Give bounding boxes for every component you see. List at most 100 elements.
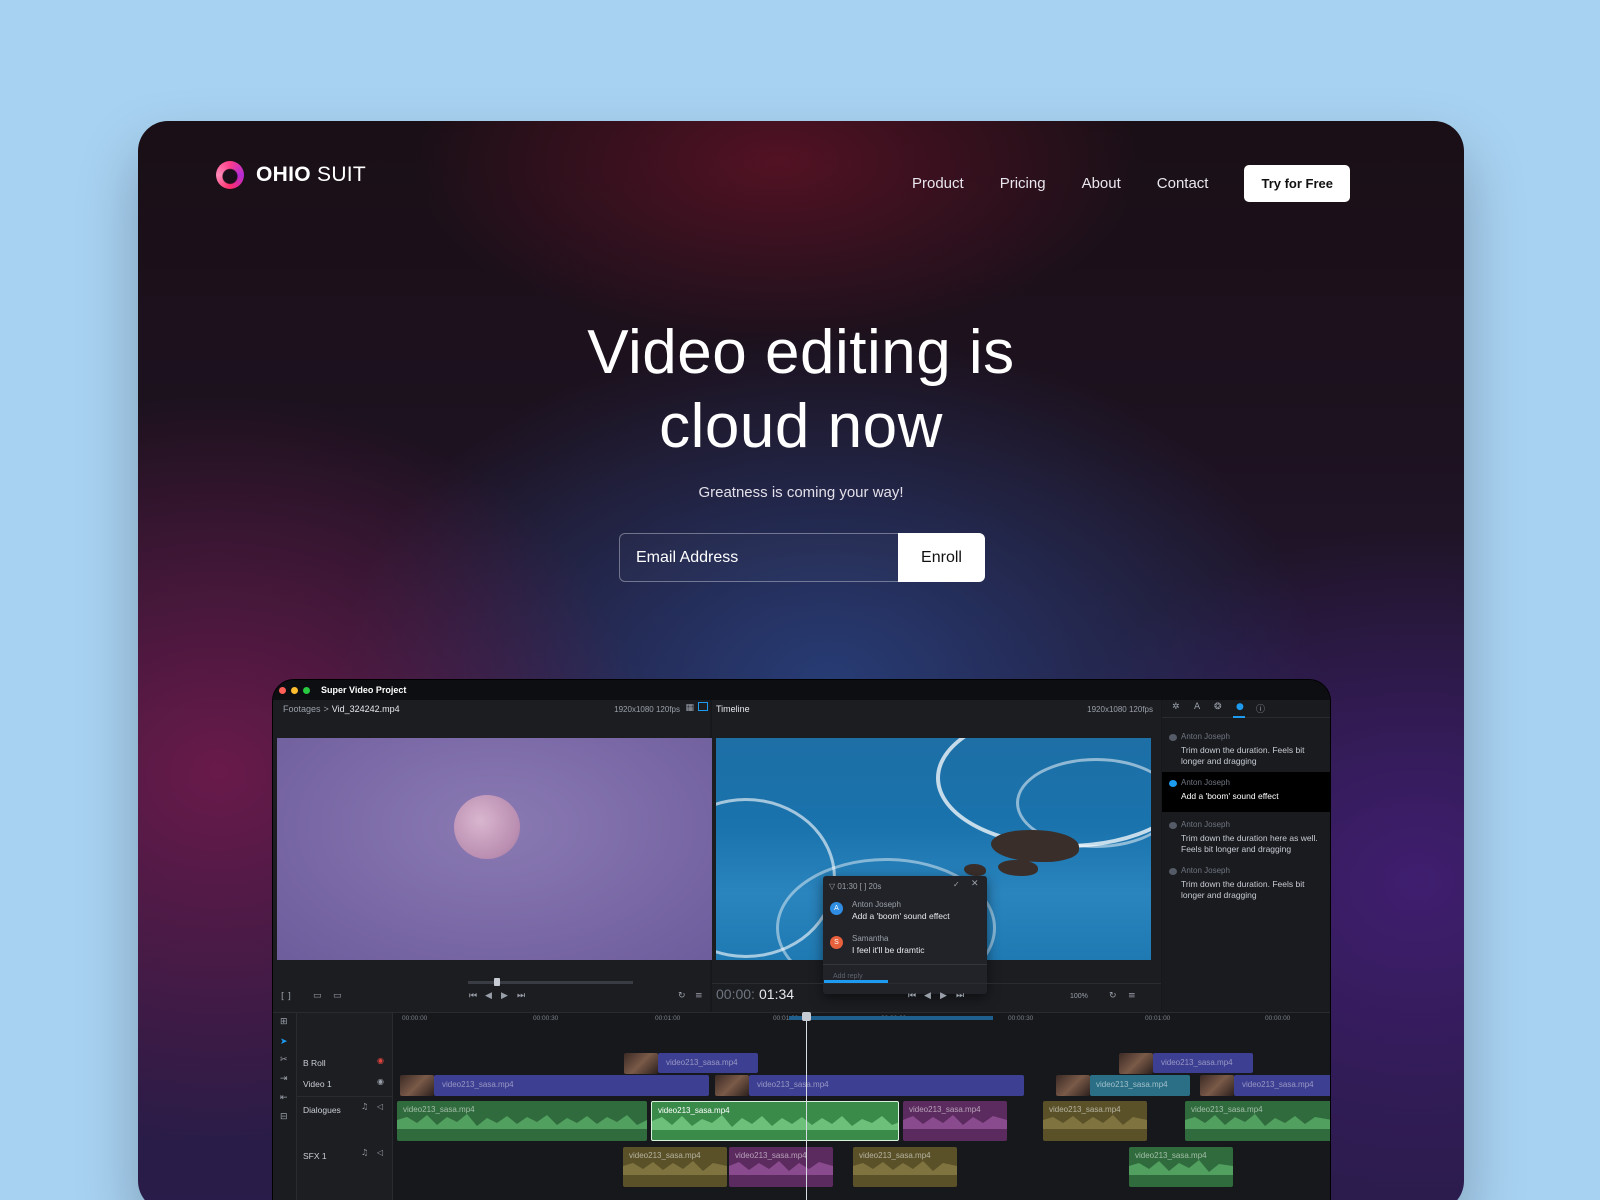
email-field[interactable]: Email Address <box>619 533 898 582</box>
sidebar-comment[interactable]: Anton Joseph Trim down the duration here… <box>1162 818 1330 858</box>
mark-in-out-icon[interactable]: [ ] <box>281 992 291 1002</box>
eye-icon[interactable]: ◉ <box>377 1077 384 1086</box>
clip-video-4[interactable]: video213_sasa.mp4 <box>1234 1075 1330 1096</box>
play-icon[interactable]: ▶ <box>940 991 947 1001</box>
clip-video-1[interactable]: video213_sasa.mp4 <box>434 1075 709 1096</box>
clip-thumbnail <box>1200 1075 1234 1096</box>
reply-input[interactable]: Add reply <box>833 973 863 980</box>
play-icon[interactable]: ▶ <box>501 991 508 1001</box>
track-divider <box>297 1096 393 1097</box>
sidebar-comment[interactable]: Anton Joseph Trim down the duration. Fee… <box>1162 864 1330 904</box>
minimize-window-icon[interactable] <box>291 686 298 694</box>
timecode-prefix: 00:00: <box>716 986 755 1002</box>
playhead-handle[interactable] <box>802 1012 811 1021</box>
skip-back-icon[interactable]: ⏮ <box>469 991 477 1001</box>
clip-sfx-4[interactable]: video213_sasa.mp4 <box>1129 1147 1233 1187</box>
avatar: A <box>830 902 843 915</box>
color-icon[interactable]: ❂ <box>1214 702 1222 712</box>
skip-back-icon[interactable]: ⏮ <box>908 991 916 1001</box>
loop-icon[interactable]: ↻ <box>678 991 686 1001</box>
scissors-icon[interactable]: ✂ <box>280 1055 288 1065</box>
footage-scrub-handle[interactable] <box>494 978 500 986</box>
comment-icon[interactable]: ▭ <box>313 991 322 1001</box>
timeline-title: Timeline <box>716 704 750 714</box>
clip-dialogue-5[interactable]: video213_sasa.mp4 <box>1185 1101 1330 1141</box>
trim-icon[interactable]: ⇥ <box>280 1074 288 1084</box>
clip-dialogue-1[interactable]: video213_sasa.mp4 <box>397 1101 647 1141</box>
clip-sfx-2[interactable]: video213_sasa.mp4 <box>729 1147 833 1187</box>
timeline-scrub-track[interactable] <box>712 983 1161 984</box>
window-titlebar: Super Video Project <box>273 680 1330 700</box>
nav-pricing[interactable]: Pricing <box>1000 175 1046 192</box>
speaker-icon[interactable]: ◁ <box>377 1102 383 1111</box>
clip-b-roll-2[interactable]: video213_sasa.mp4 <box>1153 1053 1253 1073</box>
skip-forward-icon[interactable]: ⏭ <box>517 991 525 1001</box>
headphones-icon[interactable]: ♫ <box>361 1102 368 1111</box>
headphones-icon[interactable]: ♫ <box>361 1148 368 1157</box>
try-for-free-button[interactable]: Try for Free <box>1244 165 1350 202</box>
clip-video-2[interactable]: video213_sasa.mp4 <box>749 1075 1024 1096</box>
ripple-icon[interactable]: ⊟ <box>280 1112 288 1122</box>
popup-comment-author: Anton Joseph <box>852 900 901 909</box>
clip-sfx-3[interactable]: video213_sasa.mp4 <box>853 1147 957 1187</box>
time-ruler[interactable]: 00:00:00 00:00:30 00:01:00 00:01:30 00:0… <box>393 1013 1330 1027</box>
sidebar-comment[interactable]: Anton Joseph Trim down the duration. Fee… <box>1162 730 1330 770</box>
speaker-icon[interactable]: ◁ <box>377 1148 383 1157</box>
slip-icon[interactable]: ⇤ <box>280 1093 288 1103</box>
clip-sfx-1[interactable]: video213_sasa.mp4 <box>623 1147 727 1187</box>
clip-label: video213_sasa.mp4 <box>1161 1058 1233 1067</box>
step-back-icon[interactable]: ◀ <box>924 991 931 1001</box>
single-view-icon[interactable] <box>698 702 708 711</box>
close-icon[interactable]: ✕ <box>971 879 979 889</box>
rock-3 <box>964 864 986 876</box>
clip-b-roll-1[interactable]: video213_sasa.mp4 <box>658 1053 758 1073</box>
clip-video-3[interactable]: video213_sasa.mp4 <box>1090 1075 1190 1096</box>
sidebar-comment-active[interactable]: Anton Joseph Add a 'boom' sound effect <box>1162 772 1330 812</box>
track-label-sfx-1: SFX 1 <box>303 1151 327 1161</box>
hidden-eye-icon[interactable]: ◉ <box>377 1056 384 1065</box>
close-window-icon[interactable] <box>279 686 286 694</box>
zoom-level[interactable]: 100% <box>1070 993 1088 1000</box>
clip-thumbnail <box>1119 1053 1153 1074</box>
skip-forward-icon[interactable]: ⏭ <box>956 991 964 1001</box>
comments-sidebar: ✲ A ❂ ● ⓘ Anton Joseph Trim down the dur… <box>1162 700 1330 1012</box>
loop-icon[interactable]: ↻ <box>1109 991 1117 1001</box>
comments-tab-icon[interactable]: ● <box>1236 702 1244 712</box>
nav-product[interactable]: Product <box>912 175 964 192</box>
nav-contact[interactable]: Contact <box>1157 175 1209 192</box>
settings-sliders-icon[interactable]: ≡ <box>1128 991 1136 1001</box>
audio-waveform <box>1185 1114 1330 1129</box>
clip-label: video213_sasa.mp4 <box>666 1058 738 1067</box>
add-icon[interactable]: ⊞ <box>280 1017 288 1027</box>
popup-divider <box>823 964 987 965</box>
clip-dialogue-selected[interactable]: video213_sasa.mp4 <box>651 1101 899 1141</box>
grid-view-icon[interactable]: ▦ <box>685 703 694 713</box>
nav-about[interactable]: About <box>1082 175 1121 192</box>
clip-label: video213_sasa.mp4 <box>757 1080 829 1089</box>
audio-waveform <box>853 1161 957 1175</box>
footage-scrubber[interactable] <box>468 981 633 984</box>
ruler-tick: 00:01:00 <box>655 1015 681 1022</box>
comment-bubble-icon <box>1169 868 1177 875</box>
ruler-tick: 00:00:00 <box>1265 1015 1291 1022</box>
text-tool-icon[interactable]: A <box>1194 702 1200 712</box>
track-label-dialogues: Dialogues <box>303 1105 341 1115</box>
timeline-toolbar: ⊞ ➤ ✂ ⇥ ⇤ ⊟ <box>273 1013 297 1200</box>
magic-wand-icon[interactable]: ✲ <box>1172 702 1180 712</box>
clip-dialogue-3[interactable]: video213_sasa.mp4 <box>903 1101 1007 1141</box>
playhead[interactable] <box>806 1012 807 1200</box>
avatar: S <box>830 936 843 949</box>
settings-sliders-icon[interactable]: ≡ <box>695 991 703 1001</box>
add-comment-icon[interactable]: ▭ <box>333 991 342 1001</box>
maximize-window-icon[interactable] <box>303 686 310 694</box>
ruler-selection-range[interactable] <box>789 1016 993 1020</box>
enroll-button[interactable]: Enroll <box>898 533 985 582</box>
select-cursor-icon[interactable]: ➤ <box>280 1037 288 1047</box>
resolve-check-icon[interactable]: ✓ <box>953 880 960 889</box>
brand-logo[interactable]: OHIO SUIT <box>216 161 366 189</box>
clip-dialogue-4[interactable]: video213_sasa.mp4 <box>1043 1101 1147 1141</box>
audio-waveform <box>623 1161 727 1175</box>
info-icon[interactable]: ⓘ <box>1256 702 1265 715</box>
step-back-icon[interactable]: ◀ <box>485 991 492 1001</box>
breadcrumb-root[interactable]: Footages <box>283 704 321 714</box>
